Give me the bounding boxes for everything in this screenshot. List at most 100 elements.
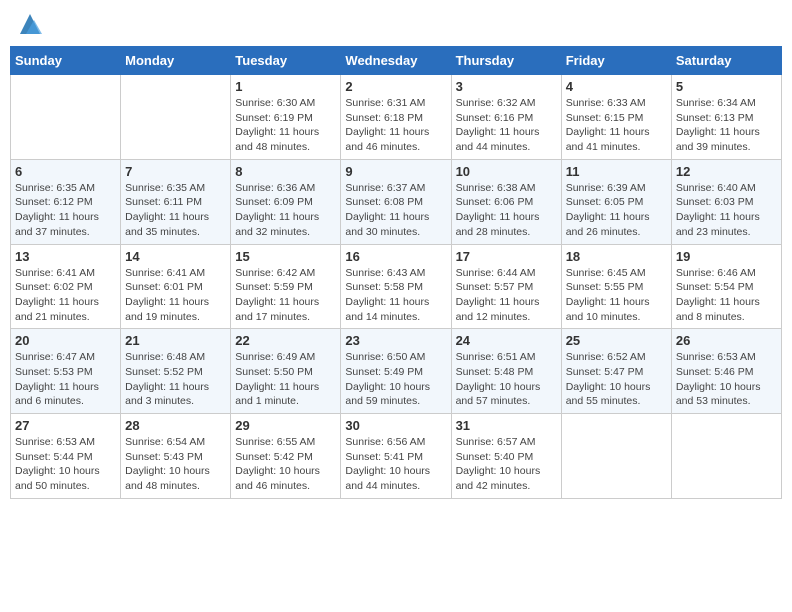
day-number: 7 <box>125 164 226 179</box>
day-number: 21 <box>125 333 226 348</box>
day-info: Sunrise: 6:41 AM Sunset: 6:02 PM Dayligh… <box>15 266 116 325</box>
page-header <box>10 10 782 38</box>
column-headers: SundayMondayTuesdayWednesdayThursdayFrid… <box>11 47 782 75</box>
column-header-sunday: Sunday <box>11 47 121 75</box>
day-info: Sunrise: 6:52 AM Sunset: 5:47 PM Dayligh… <box>566 350 667 409</box>
day-number: 16 <box>345 249 446 264</box>
day-number: 20 <box>15 333 116 348</box>
calendar-cell: 4 Sunrise: 6:33 AM Sunset: 6:15 PM Daylig… <box>561 75 671 160</box>
day-info: Sunrise: 6:36 AM Sunset: 6:09 PM Dayligh… <box>235 181 336 240</box>
calendar-cell: 9 Sunrise: 6:37 AM Sunset: 6:08 PM Daylig… <box>341 159 451 244</box>
day-info: Sunrise: 6:44 AM Sunset: 5:57 PM Dayligh… <box>456 266 557 325</box>
calendar-cell: 3 Sunrise: 6:32 AM Sunset: 6:16 PM Daylig… <box>451 75 561 160</box>
calendar-cell: 21 Sunrise: 6:48 AM Sunset: 5:52 PM Dayli… <box>121 329 231 414</box>
day-info: Sunrise: 6:48 AM Sunset: 5:52 PM Dayligh… <box>125 350 226 409</box>
day-number: 14 <box>125 249 226 264</box>
day-info: Sunrise: 6:53 AM Sunset: 5:44 PM Dayligh… <box>15 435 116 494</box>
day-number: 26 <box>676 333 777 348</box>
column-header-wednesday: Wednesday <box>341 47 451 75</box>
day-number: 22 <box>235 333 336 348</box>
day-info: Sunrise: 6:47 AM Sunset: 5:53 PM Dayligh… <box>15 350 116 409</box>
column-header-tuesday: Tuesday <box>231 47 341 75</box>
calendar-cell: 8 Sunrise: 6:36 AM Sunset: 6:09 PM Daylig… <box>231 159 341 244</box>
calendar-cell: 7 Sunrise: 6:35 AM Sunset: 6:11 PM Daylig… <box>121 159 231 244</box>
day-number: 2 <box>345 79 446 94</box>
day-info: Sunrise: 6:35 AM Sunset: 6:12 PM Dayligh… <box>15 181 116 240</box>
week-row-5: 27 Sunrise: 6:53 AM Sunset: 5:44 PM Dayli… <box>11 414 782 499</box>
day-info: Sunrise: 6:50 AM Sunset: 5:49 PM Dayligh… <box>345 350 446 409</box>
day-info: Sunrise: 6:41 AM Sunset: 6:01 PM Dayligh… <box>125 266 226 325</box>
column-header-thursday: Thursday <box>451 47 561 75</box>
day-number: 12 <box>676 164 777 179</box>
calendar-cell <box>121 75 231 160</box>
calendar-cell: 31Sunrise: 6:57 AM Sunset: 5:40 PM Dayli… <box>451 414 561 499</box>
calendar-cell: 11Sunrise: 6:39 AM Sunset: 6:05 PM Dayli… <box>561 159 671 244</box>
day-number: 19 <box>676 249 777 264</box>
calendar-cell: 18 Sunrise: 6:45 AM Sunset: 5:55 PM Dayli… <box>561 244 671 329</box>
day-info: Sunrise: 6:37 AM Sunset: 6:08 PM Dayligh… <box>345 181 446 240</box>
day-info: Sunrise: 6:53 AM Sunset: 5:46 PM Dayligh… <box>676 350 777 409</box>
calendar-cell: 17 Sunrise: 6:44 AM Sunset: 5:57 PM Dayli… <box>451 244 561 329</box>
day-info: Sunrise: 6:35 AM Sunset: 6:11 PM Dayligh… <box>125 181 226 240</box>
day-info: Sunrise: 6:31 AM Sunset: 6:18 PM Dayligh… <box>345 96 446 155</box>
calendar-cell: 28 Sunrise: 6:54 AM Sunset: 5:43 PM Dayli… <box>121 414 231 499</box>
calendar-cell: 1 Sunrise: 6:30 AM Sunset: 6:19 PM Daylig… <box>231 75 341 160</box>
day-number: 24 <box>456 333 557 348</box>
calendar-cell: 19 Sunrise: 6:46 AM Sunset: 5:54 PM Dayli… <box>671 244 781 329</box>
calendar-cell: 13 Sunrise: 6:41 AM Sunset: 6:02 PM Dayli… <box>11 244 121 329</box>
day-info: Sunrise: 6:38 AM Sunset: 6:06 PM Dayligh… <box>456 181 557 240</box>
day-info: Sunrise: 6:54 AM Sunset: 5:43 PM Dayligh… <box>125 435 226 494</box>
day-number: 17 <box>456 249 557 264</box>
day-number: 18 <box>566 249 667 264</box>
day-info: Sunrise: 6:33 AM Sunset: 6:15 PM Dayligh… <box>566 96 667 155</box>
calendar-cell: 26 Sunrise: 6:53 AM Sunset: 5:46 PM Dayli… <box>671 329 781 414</box>
week-row-4: 20 Sunrise: 6:47 AM Sunset: 5:53 PM Dayli… <box>11 329 782 414</box>
day-number: 8 <box>235 164 336 179</box>
logo <box>14 14 44 38</box>
day-number: 10 <box>456 164 557 179</box>
day-number: 29 <box>235 418 336 433</box>
day-info: Sunrise: 6:42 AM Sunset: 5:59 PM Dayligh… <box>235 266 336 325</box>
calendar-cell: 20 Sunrise: 6:47 AM Sunset: 5:53 PM Dayli… <box>11 329 121 414</box>
week-row-1: 1 Sunrise: 6:30 AM Sunset: 6:19 PM Daylig… <box>11 75 782 160</box>
logo-icon <box>16 10 44 38</box>
day-number: 3 <box>456 79 557 94</box>
calendar-cell: 27 Sunrise: 6:53 AM Sunset: 5:44 PM Dayli… <box>11 414 121 499</box>
calendar-cell: 29Sunrise: 6:55 AM Sunset: 5:42 PM Dayli… <box>231 414 341 499</box>
day-info: Sunrise: 6:57 AM Sunset: 5:40 PM Dayligh… <box>456 435 557 494</box>
day-info: Sunrise: 6:49 AM Sunset: 5:50 PM Dayligh… <box>235 350 336 409</box>
calendar-table: SundayMondayTuesdayWednesdayThursdayFrid… <box>10 46 782 499</box>
column-header-monday: Monday <box>121 47 231 75</box>
calendar-cell: 14 Sunrise: 6:41 AM Sunset: 6:01 PM Dayli… <box>121 244 231 329</box>
day-info: Sunrise: 6:46 AM Sunset: 5:54 PM Dayligh… <box>676 266 777 325</box>
day-number: 15 <box>235 249 336 264</box>
calendar-cell: 12 Sunrise: 6:40 AM Sunset: 6:03 PM Dayli… <box>671 159 781 244</box>
calendar-cell: 6Sunrise: 6:35 AM Sunset: 6:12 PM Daylig… <box>11 159 121 244</box>
calendar-cell: 15 Sunrise: 6:42 AM Sunset: 5:59 PM Dayli… <box>231 244 341 329</box>
column-header-friday: Friday <box>561 47 671 75</box>
week-row-3: 13 Sunrise: 6:41 AM Sunset: 6:02 PM Dayli… <box>11 244 782 329</box>
day-info: Sunrise: 6:45 AM Sunset: 5:55 PM Dayligh… <box>566 266 667 325</box>
day-number: 1 <box>235 79 336 94</box>
calendar-cell: 23 Sunrise: 6:50 AM Sunset: 5:49 PM Dayli… <box>341 329 451 414</box>
calendar-cell: 5Sunrise: 6:34 AM Sunset: 6:13 PM Daylig… <box>671 75 781 160</box>
day-number: 5 <box>676 79 777 94</box>
day-info: Sunrise: 6:32 AM Sunset: 6:16 PM Dayligh… <box>456 96 557 155</box>
calendar-cell: 10 Sunrise: 6:38 AM Sunset: 6:06 PM Dayli… <box>451 159 561 244</box>
calendar-cell: 16 Sunrise: 6:43 AM Sunset: 5:58 PM Dayli… <box>341 244 451 329</box>
calendar-cell: 24Sunrise: 6:51 AM Sunset: 5:48 PM Dayli… <box>451 329 561 414</box>
day-number: 23 <box>345 333 446 348</box>
calendar-cell: 30Sunrise: 6:56 AM Sunset: 5:41 PM Dayli… <box>341 414 451 499</box>
day-number: 30 <box>345 418 446 433</box>
calendar-cell <box>561 414 671 499</box>
day-number: 28 <box>125 418 226 433</box>
day-info: Sunrise: 6:43 AM Sunset: 5:58 PM Dayligh… <box>345 266 446 325</box>
day-number: 27 <box>15 418 116 433</box>
calendar-cell: 2 Sunrise: 6:31 AM Sunset: 6:18 PM Daylig… <box>341 75 451 160</box>
day-number: 9 <box>345 164 446 179</box>
day-number: 4 <box>566 79 667 94</box>
calendar-cell: 25Sunrise: 6:52 AM Sunset: 5:47 PM Dayli… <box>561 329 671 414</box>
day-info: Sunrise: 6:30 AM Sunset: 6:19 PM Dayligh… <box>235 96 336 155</box>
day-info: Sunrise: 6:40 AM Sunset: 6:03 PM Dayligh… <box>676 181 777 240</box>
day-number: 13 <box>15 249 116 264</box>
